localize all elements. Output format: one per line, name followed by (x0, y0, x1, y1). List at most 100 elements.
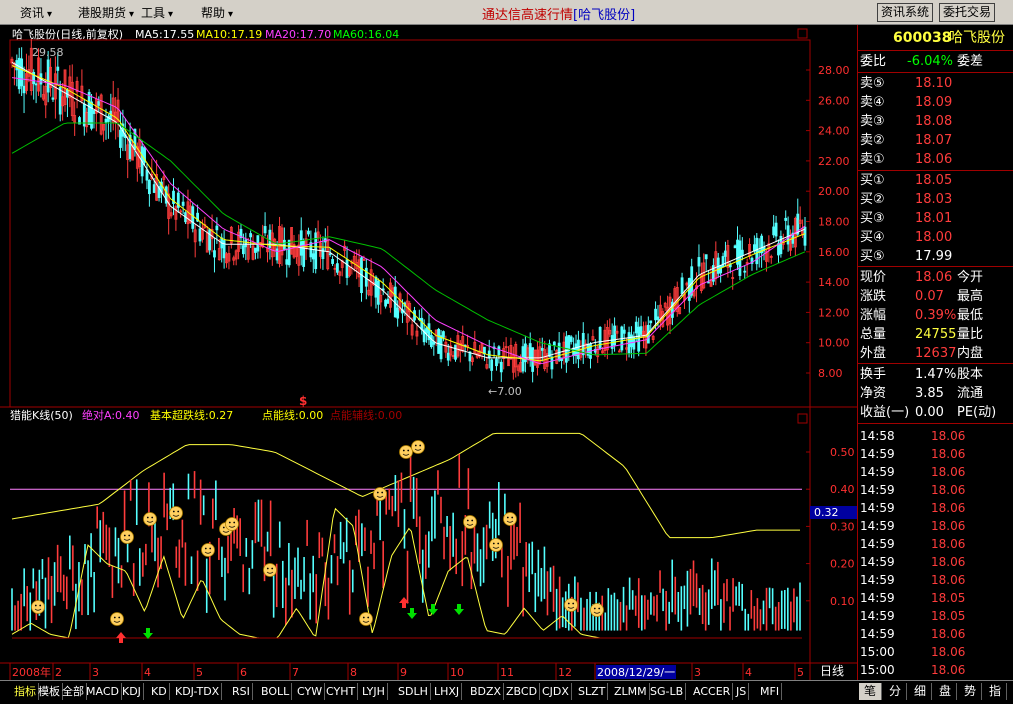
maximize-icon[interactable] (797, 28, 808, 39)
tick-time: 14:59 (860, 483, 895, 497)
stat-row: 外盘 12637 内盘 (857, 345, 1013, 363)
tab-lyjh[interactable]: LYJH (360, 683, 388, 700)
tick-time: 15:00 (860, 645, 895, 659)
stat-row-label: 收益(一) (860, 405, 910, 420)
ma5-label: MA5:17.55 (135, 28, 194, 41)
period-label[interactable]: 日线 (820, 664, 844, 678)
candle-body (707, 281, 710, 284)
candle-body (540, 347, 544, 351)
bid-row-label: 买④ (860, 230, 885, 245)
tab-sg-lb[interactable]: SG-LB (648, 683, 687, 700)
candle-body (299, 230, 303, 256)
candle-body (302, 239, 306, 267)
smiley-marker-icon (263, 563, 277, 577)
high-price-annotation: 29.58 (32, 46, 64, 59)
chevron-down-icon: ▾ (47, 9, 53, 20)
trade-button[interactable]: 委托交易 (939, 3, 996, 22)
side-tab-0[interactable]: 笔 (859, 683, 882, 700)
sell-arrow-icon (143, 628, 153, 639)
side-tab-4[interactable]: 势 (959, 683, 982, 700)
weibi-label: 委比 (860, 54, 887, 69)
stat-row: 收益(一) 0.00 PE(动) (857, 404, 1013, 422)
bid-row-value: 18.05 (915, 173, 953, 188)
tab-slzt[interactable]: SLZT (576, 683, 609, 700)
menu-news[interactable]: 资讯 ▾ (20, 4, 52, 21)
divider (857, 266, 1013, 267)
quote-panel: 600038 哈飞股份 委比 -6.04% 委差 卖⑤ 18.10 卖④ 18.09 卖… (857, 25, 1013, 680)
tab-kd[interactable]: KD (149, 683, 170, 700)
sell-arrow-icon (454, 604, 464, 615)
candle-body (22, 85, 26, 94)
tab-模板[interactable]: 模板 (36, 683, 63, 700)
candle-body (34, 83, 38, 86)
candle-body (213, 250, 216, 258)
smiley-marker-icon (120, 530, 134, 544)
tick-time: 14:59 (860, 609, 895, 623)
x-axis-label: 2008年 (12, 665, 51, 679)
news-system-button[interactable]: 资讯系统 (877, 3, 934, 22)
weibi-row: 委比 -6.04% 委差 (857, 53, 1013, 71)
tab-macd[interactable]: MACD (84, 683, 122, 700)
candle-body (772, 226, 776, 236)
x-axis-label: 4 (144, 666, 151, 679)
stat-row-label: 外盘 (860, 346, 887, 361)
tab-accer[interactable]: ACCER (691, 683, 734, 700)
kline-chart[interactable]: 28.0026.0024.0022.0020.0018.0016.0014.00… (0, 25, 857, 680)
candle-body (215, 225, 219, 231)
stat-row-value: 3.85 (915, 386, 944, 401)
candle-body (307, 230, 310, 235)
candle-body (557, 342, 561, 361)
tick-row: 14:59 18.06 (857, 481, 1013, 499)
side-tab-5[interactable]: 指 (984, 683, 1007, 700)
tab-全部[interactable]: 全部 (60, 683, 87, 700)
tab-cjdx[interactable]: CJDX (540, 683, 572, 700)
stat-row-label: 涨跌 (860, 289, 887, 304)
smiley-marker-icon (31, 600, 45, 614)
menu-hk-futures[interactable]: 港股期货 ▾ (78, 4, 134, 21)
stock-code: 600038 (893, 30, 952, 46)
candle-body (569, 336, 573, 342)
stat-row: 净资 3.85 流通 (857, 385, 1013, 403)
tab-mfi[interactable]: MFI (758, 683, 783, 700)
menu-tools[interactable]: 工具 ▾ (141, 4, 173, 21)
tab-lhxj[interactable]: LHXJ (432, 683, 463, 700)
tab-zbcd[interactable]: ZBCD (504, 683, 541, 700)
maximize-icon[interactable] (797, 413, 808, 424)
tab-kdj-tdx[interactable]: KDJ-TDX (173, 683, 223, 700)
candle-body (191, 206, 195, 229)
candle-body (490, 359, 494, 371)
tab-指标[interactable]: 指标 (12, 683, 39, 700)
candle-body (58, 86, 62, 115)
tab-sdlh[interactable]: SDLH (396, 683, 431, 700)
side-tab-2[interactable]: 细 (909, 683, 932, 700)
tab-cyw[interactable]: CYW (295, 683, 326, 700)
menu-help[interactable]: 帮助 ▾ (201, 4, 233, 21)
side-tab-bar: 笔分细盘势指 (857, 680, 1013, 704)
tick-row: 14:59 18.06 (857, 517, 1013, 535)
bid-row: 买① 18.05 (857, 172, 1013, 190)
divider (857, 72, 1013, 73)
smiley-marker-icon (110, 612, 124, 626)
tab-bdzx[interactable]: BDZX (468, 683, 505, 700)
stat-row: 涨跌 0.07 最高 (857, 288, 1013, 306)
candle-body (550, 356, 554, 370)
side-tab-3[interactable]: 盘 (934, 683, 957, 700)
tab-boll[interactable]: BOLL (259, 683, 293, 700)
tab-cyht[interactable]: CYHT (324, 683, 359, 700)
indicator-axis-label: 0.40 (830, 483, 855, 496)
side-tab-1[interactable]: 分 (884, 683, 907, 700)
tab-js[interactable]: JS (734, 683, 750, 700)
stat-row-label2: 股本 (957, 367, 984, 382)
low-price-annotation: ←7.00 (488, 385, 522, 398)
tab-kdj[interactable]: KDJ (120, 683, 144, 700)
indicator-point-aux-label: 点能辅线:0.00 (330, 408, 402, 422)
price-axis-label: 26.00 (818, 94, 850, 107)
tab-rsi[interactable]: RSI (230, 683, 253, 700)
smiley-marker-icon (463, 515, 477, 529)
tick-price: 18.06 (931, 627, 966, 641)
chart-area[interactable]: 28.00 26.00 24.00 22.00 20.00 18.00 16.00 14.00… (0, 25, 858, 680)
tab-zlmm[interactable]: ZLMM (612, 683, 650, 700)
candle-body (386, 298, 390, 304)
indicator-axis-label: 0.50 (830, 446, 855, 459)
bid-row-label: 买① (860, 173, 885, 188)
